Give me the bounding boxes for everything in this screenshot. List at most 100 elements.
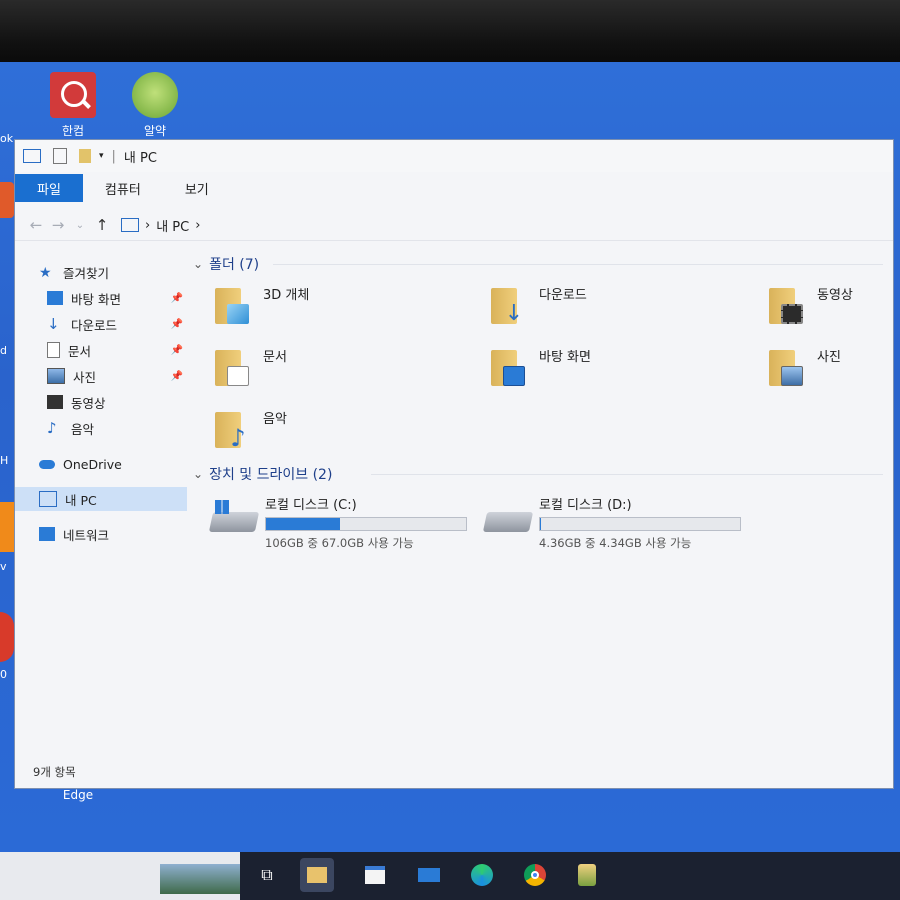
pictures-icon (769, 346, 803, 386)
partial-icon (0, 182, 14, 218)
content-pane: ⌄ 폴더 (7) 3D 개체 ↓ 다운로드 동영상 문서 바탕 화면 사진 ♪ … (193, 246, 893, 766)
nav-label: 즐겨찾기 (63, 265, 110, 281)
nav-onedrive[interactable]: OneDrive (39, 452, 187, 476)
drives-group-header[interactable]: ⌄ 장치 및 드라이브 (2) (193, 464, 332, 484)
new-folder-icon[interactable] (79, 149, 91, 163)
computer-icon (23, 149, 41, 163)
tab-view[interactable]: 보기 (163, 174, 231, 202)
nav-videos[interactable]: 동영상 (47, 390, 187, 414)
folder-3d-objects[interactable]: 3D 개체 (215, 284, 309, 324)
monitor-bezel (0, 0, 900, 62)
edge-label-d: d (0, 344, 7, 357)
drive-space-text: 4.36GB 중 4.34GB 사용 가능 (539, 536, 692, 550)
status-bar-item-count: 9개 항목 (33, 765, 76, 779)
drive-label: 로컬 디스크 (C:) (265, 498, 357, 513)
pin-icon[interactable]: 📌 (171, 319, 183, 330)
edge-icon[interactable] (465, 858, 499, 892)
nav-pictures[interactable]: 사진 📌 (47, 364, 187, 388)
drive-icon (482, 504, 534, 534)
star-icon: ★ (39, 265, 52, 281)
navigation-pane: ★ 즐겨찾기 바탕 화면 📌 ↓ 다운로드 📌 문서 📌 사진 📌 동영상 ♪ … (15, 246, 187, 766)
videos-icon (769, 284, 803, 324)
nav-label: 동영상 (71, 395, 106, 411)
folder-downloads[interactable]: ↓ 다운로드 (491, 284, 587, 325)
folder-documents[interactable]: 문서 (215, 346, 287, 386)
edge-label-h: H (0, 454, 9, 467)
document-icon (47, 342, 60, 358)
drive-d[interactable]: 로컬 디스크 (D:) 4.36GB 중 4.34GB 사용 가능 (482, 494, 741, 551)
task-view-icon[interactable]: ⧉ (250, 858, 284, 892)
pin-icon[interactable]: 📌 (171, 371, 183, 382)
nav-label: 음악 (71, 421, 95, 437)
desktop-icon-alyac[interactable]: 알약 (120, 72, 190, 139)
store-icon[interactable] (358, 858, 392, 892)
desktop-icon-label: 알약 (143, 124, 167, 138)
partial-tv-icon (0, 502, 14, 552)
app-icon[interactable] (570, 858, 604, 892)
group-divider (371, 474, 883, 475)
folder-videos[interactable]: 동영상 (769, 284, 853, 324)
nav-desktop[interactable]: 바탕 화면 📌 (47, 286, 187, 310)
title-separator: | (111, 148, 116, 164)
pin-icon[interactable]: 📌 (171, 345, 183, 356)
nav-this-pc[interactable]: 내 PC (15, 487, 187, 511)
drive-c[interactable]: 로컬 디스크 (C:) 106GB 중 67.0GB 사용 가능 (208, 494, 467, 551)
folder-label: 다운로드 (539, 288, 587, 303)
mail-icon[interactable] (412, 858, 446, 892)
taskbar-search-box[interactable] (0, 852, 240, 900)
tab-file[interactable]: 파일 (15, 174, 83, 202)
nav-downloads[interactable]: ↓ 다운로드 📌 (47, 312, 187, 336)
nav-label: 바탕 화면 (71, 291, 121, 307)
drive-usage-bar (265, 517, 467, 531)
edge-label-v: v (0, 560, 7, 573)
alyac-icon (132, 72, 178, 118)
folder-label: 사진 (817, 350, 841, 365)
drive-info: 로컬 디스크 (C:) 106GB 중 67.0GB 사용 가능 (265, 494, 467, 551)
edge-label-0: 0 (0, 668, 7, 681)
tab-computer[interactable]: 컴퓨터 (83, 174, 163, 202)
desktop-icon-hancom[interactable]: 한컴 (38, 72, 108, 139)
properties-icon[interactable] (53, 148, 67, 164)
nav-label: 사진 (73, 369, 97, 385)
folder-label: 음악 (263, 412, 287, 427)
recent-locations-icon[interactable]: ⌄ (69, 220, 91, 231)
nav-quick-access[interactable]: ★ 즐겨찾기 (39, 260, 211, 284)
download-arrow-icon: ↓ (47, 315, 60, 333)
folder-music[interactable]: ♪ 음악 (215, 408, 287, 450)
breadcrumb[interactable]: › 내 PC › (121, 216, 200, 235)
nav-label: 문서 (68, 343, 92, 359)
drive-usage-bar (539, 517, 741, 531)
forward-arrow-icon[interactable]: → (47, 216, 69, 234)
up-arrow-icon[interactable]: ↑ (91, 216, 113, 234)
edge-desktop-label[interactable]: Edge (48, 788, 108, 802)
chrome-icon[interactable] (518, 858, 552, 892)
folders-group-header[interactable]: ⌄ 폴더 (7) (193, 254, 259, 274)
drive-space-text: 106GB 중 67.0GB 사용 가능 (265, 536, 414, 550)
drive-label: 로컬 디스크 (D:) (539, 498, 632, 513)
desktop-icon-label: 한컴 (61, 124, 85, 138)
file-explorer-taskbar-icon[interactable] (300, 858, 334, 892)
breadcrumb-item[interactable]: 내 PC (156, 216, 189, 235)
ribbon-tabs: 파일 컴퓨터 보기 (15, 174, 893, 202)
group-title: 장치 및 드라이브 (2) (209, 467, 333, 483)
back-arrow-icon[interactable]: ← (25, 216, 47, 234)
partial-red-icon (0, 612, 14, 662)
network-icon (39, 527, 55, 541)
desktop-icon (491, 346, 525, 386)
folder-pictures[interactable]: 사진 (769, 346, 841, 386)
group-divider (273, 264, 883, 265)
nav-label: OneDrive (63, 456, 122, 472)
computer-icon (39, 491, 57, 507)
pin-icon[interactable]: 📌 (171, 293, 183, 304)
folder-desktop[interactable]: 바탕 화면 (491, 346, 591, 386)
window-title: 내 PC (123, 150, 157, 166)
edge-label-ok: ok (0, 132, 14, 145)
music-note-icon: ♪ (47, 419, 57, 437)
folder-label: 문서 (263, 350, 287, 365)
group-title: 폴더 (7) (209, 257, 260, 273)
nav-network[interactable]: 네트워크 (39, 522, 187, 546)
quick-access-dropdown-icon[interactable]: ▾ (99, 151, 104, 161)
nav-documents[interactable]: 문서 📌 (47, 338, 187, 362)
nav-music[interactable]: ♪ 음악 (47, 416, 187, 440)
this-pc-icon (121, 218, 139, 232)
